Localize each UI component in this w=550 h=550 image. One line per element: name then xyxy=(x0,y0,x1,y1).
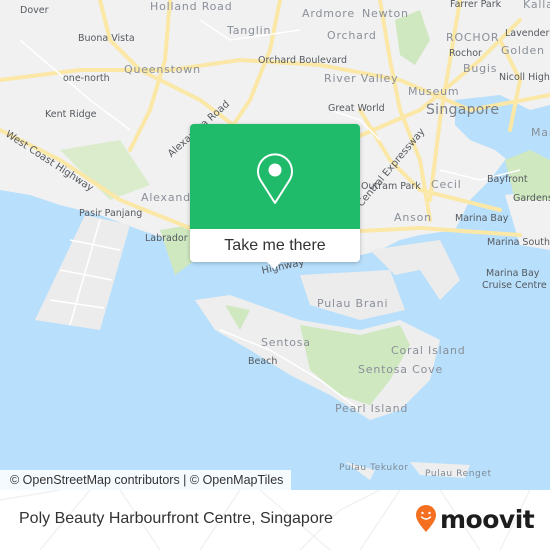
location-popup[interactable]: Take me there xyxy=(190,124,360,269)
map-view[interactable]: Dover Holland Road Ardmore Newton Farrer… xyxy=(0,0,550,490)
label-marina-south-pier: Marina South Pier xyxy=(487,237,550,248)
label-cruise-centre-line1: Marina Bay xyxy=(486,268,540,279)
map-attribution[interactable]: © OpenStreetMap contributors | © OpenMap… xyxy=(0,470,292,490)
label-pasir-panjang: Pasir Panjang xyxy=(79,208,143,219)
label-holland-road: Holland Road xyxy=(150,0,233,13)
label-ardmore: Ardmore xyxy=(302,7,355,20)
label-pulau-renget: Pulau Renget xyxy=(425,469,492,479)
label-rochor: Rochor xyxy=(449,48,482,59)
label-marina-bay: Marina Bay xyxy=(455,213,509,224)
label-one-north: one-north xyxy=(63,73,110,84)
label-gardens: Gardens xyxy=(513,193,550,204)
moovit-wordmark: moovit xyxy=(440,504,535,534)
label-lavender: Lavender xyxy=(505,28,550,39)
label-pulau-brani: Pulau Brani xyxy=(317,297,389,310)
label-outram-park: Outram Park xyxy=(361,181,421,192)
label-pearl-island: Pearl Island xyxy=(335,402,409,415)
label-dover: Dover xyxy=(20,5,49,16)
label-singapore: Singapore xyxy=(426,102,500,118)
footer-bar: Poly Beauty Harbourfront Centre, Singapo… xyxy=(0,490,550,550)
popup-pointer xyxy=(265,260,283,269)
label-tanglin: Tanglin xyxy=(227,24,272,37)
attribution-text[interactable]: © OpenStreetMap contributors | © OpenMap… xyxy=(10,473,283,487)
label-bugis: Bugis xyxy=(463,62,498,75)
label-anson: Anson xyxy=(394,211,432,224)
label-farrer-park: Farrer Park xyxy=(450,0,502,10)
pasir-panjang-terminal xyxy=(35,215,130,330)
label-golden-mile: Golden Mile xyxy=(501,44,550,57)
label-kent-ridge: Kent Ridge xyxy=(45,109,97,120)
label-kallang: Kallang xyxy=(523,0,550,11)
label-beach: Beach xyxy=(248,356,278,367)
label-marina: Marina xyxy=(531,126,550,139)
label-sentosa-cove: Sentosa Cove xyxy=(358,363,444,376)
label-museum: Museum xyxy=(408,85,460,98)
label-orchard-boulevard: Orchard Boulevard xyxy=(258,55,348,66)
label-rochor-district: ROCHOR xyxy=(446,31,500,44)
label-coral-island: Coral Island xyxy=(391,344,466,357)
map-pin-icon xyxy=(257,153,293,204)
label-buona-vista: Buona Vista xyxy=(78,33,135,44)
moovit-logo[interactable]: moovit xyxy=(415,502,535,536)
label-pulau-tekukor: Pulau Tekukor xyxy=(339,463,409,473)
pulau-brani-land xyxy=(300,270,405,320)
popup-header xyxy=(190,124,360,229)
label-orchard: Orchard xyxy=(327,29,377,42)
label-bayfront: Bayfront xyxy=(487,174,528,185)
moovit-smiley-pin-icon xyxy=(416,505,436,532)
label-newton: Newton xyxy=(362,7,409,20)
take-me-there-button[interactable]: Take me there xyxy=(190,229,360,262)
label-queenstown: Queenstown xyxy=(124,63,201,76)
label-sentosa: Sentosa xyxy=(261,336,311,349)
label-river-valley: River Valley xyxy=(324,72,399,85)
label-cecil: Cecil xyxy=(431,178,462,191)
label-cruise-centre-line2: Cruise Centre xyxy=(482,280,547,291)
label-great-world: Great World xyxy=(328,103,385,114)
place-name: Poly Beauty Harbourfront Centre, Singapo… xyxy=(19,510,333,527)
label-nicoll-highway: Nicoll Highway xyxy=(499,72,550,83)
